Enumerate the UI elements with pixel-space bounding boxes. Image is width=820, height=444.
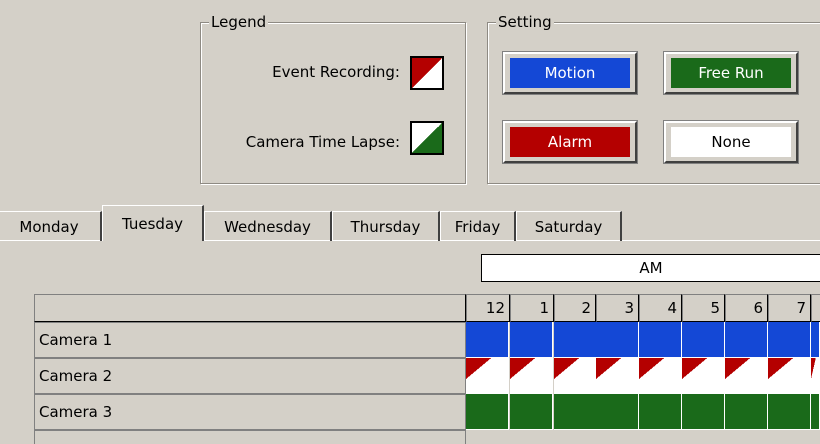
schedule-cell[interactable] xyxy=(510,394,553,430)
hour-header: 7 xyxy=(768,294,811,322)
schedule-cell[interactable] xyxy=(811,322,820,358)
tab-wednesday[interactable]: Wednesday xyxy=(204,211,332,241)
schedule-cell[interactable] xyxy=(466,322,509,358)
schedule-cell[interactable] xyxy=(466,394,509,430)
tab-label: Friday xyxy=(454,217,501,236)
schedule-cell[interactable] xyxy=(639,358,682,394)
motion-button-face: Motion xyxy=(510,58,630,88)
none-button-label: None xyxy=(711,133,751,151)
motion-button-label: Motion xyxy=(544,64,596,82)
hour-header: 3 xyxy=(596,294,639,322)
motion-button[interactable]: Motion xyxy=(502,51,638,95)
schedule-cell[interactable] xyxy=(682,358,725,394)
camera-row-label-partial xyxy=(34,430,466,444)
tab-friday[interactable]: Friday xyxy=(440,211,516,241)
schedule-cell[interactable] xyxy=(725,394,768,430)
hour-header-partial xyxy=(811,294,820,322)
free-run-button[interactable]: Free Run xyxy=(663,51,799,95)
schedule-cell[interactable] xyxy=(554,322,597,358)
tab-monday[interactable]: Monday xyxy=(0,211,102,241)
period-label: AM xyxy=(639,259,663,277)
none-button-face: None xyxy=(671,127,791,157)
schedule-cell[interactable] xyxy=(725,322,768,358)
hour-header: 4 xyxy=(639,294,682,322)
schedule-cell[interactable] xyxy=(510,322,553,358)
schedule-cell[interactable] xyxy=(725,358,768,394)
hour-header: 1 xyxy=(510,294,554,322)
camera-row-label: Camera 3 xyxy=(34,394,466,430)
schedule-cell[interactable] xyxy=(639,322,682,358)
schedule-cell[interactable] xyxy=(768,358,811,394)
alarm-button[interactable]: Alarm xyxy=(502,120,638,164)
schedule-cell[interactable] xyxy=(554,394,597,430)
hour-header: 5 xyxy=(682,294,725,322)
time-lapse-label: Camera Time Lapse: xyxy=(245,133,400,151)
grid-corner-header xyxy=(34,294,466,322)
legend-group: Legend xyxy=(200,13,466,184)
none-button[interactable]: None xyxy=(663,120,799,164)
schedule-cell[interactable] xyxy=(510,358,553,394)
alarm-button-face: Alarm xyxy=(510,127,630,157)
alarm-button-label: Alarm xyxy=(547,133,593,151)
tab-label: Monday xyxy=(19,217,79,236)
tab-label: Tuesday xyxy=(121,214,184,233)
schedule-cell[interactable] xyxy=(682,394,725,430)
tab-tuesday[interactable]: Tuesday xyxy=(102,205,204,241)
schedule-cell[interactable] xyxy=(596,322,639,358)
schedule-cell[interactable] xyxy=(768,322,811,358)
time-lapse-swatch-icon xyxy=(410,121,444,155)
schedule-cell[interactable] xyxy=(554,358,597,394)
hour-header: 6 xyxy=(725,294,768,322)
schedule-cell[interactable] xyxy=(466,358,509,394)
tab-label: Thursday xyxy=(350,217,421,236)
schedule-cell[interactable] xyxy=(639,394,682,430)
period-header: AM xyxy=(481,254,820,282)
schedule-cell[interactable] xyxy=(768,394,811,430)
schedule-cell[interactable] xyxy=(682,322,725,358)
schedule-cell[interactable] xyxy=(811,358,820,394)
tab-thursday[interactable]: Thursday xyxy=(332,211,440,241)
schedule-cell[interactable] xyxy=(596,358,639,394)
legend-title: Legend xyxy=(209,13,269,31)
tab-label: Saturday xyxy=(534,217,603,236)
schedule-cell[interactable] xyxy=(811,394,820,430)
free-run-button-face: Free Run xyxy=(671,58,791,88)
free-run-button-label: Free Run xyxy=(698,64,764,82)
event-recording-swatch-icon xyxy=(410,56,444,90)
schedule-cell[interactable] xyxy=(596,394,639,430)
camera-row-label: Camera 1 xyxy=(34,322,466,358)
tab-saturday[interactable]: Saturday xyxy=(516,211,622,241)
hour-header: 2 xyxy=(554,294,596,322)
hour-header: 12 xyxy=(466,294,510,322)
setting-title: Setting xyxy=(496,13,554,31)
camera-row-label: Camera 2 xyxy=(34,358,466,394)
event-recording-label: Event Recording: xyxy=(272,63,400,81)
tab-label: Wednesday xyxy=(224,217,311,236)
